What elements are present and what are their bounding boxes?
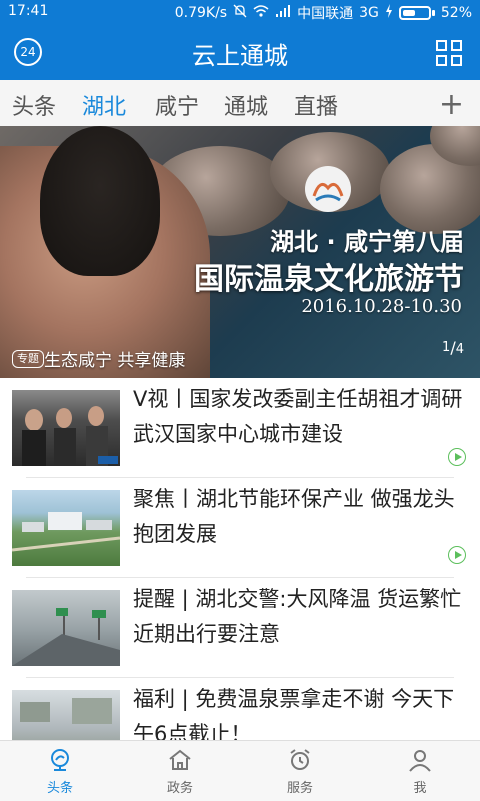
mute-icon [233,4,247,22]
add-channel-icon[interactable]: + [439,87,464,122]
status-time: 17:41 [8,3,49,19]
tab-tongcheng[interactable]: 通城 [224,89,268,121]
video-play-icon [448,546,466,564]
nav-label: 政务 [166,781,193,796]
tab-toutiao[interactable]: 头条 [12,89,56,121]
alarm-clock-icon [290,749,310,770]
globe-icon [51,749,69,771]
status-right: 0.79K/s 中国联通 3G 52% [175,3,472,23]
news-title: 提醒 | 湖北交警:大风降温 货运繁忙 近期出行要注意 [133,587,462,646]
news-title: V视丨国家发改委副主任胡祖才调研武汉国家中心城市建设 [133,387,463,446]
banner-line2: 国际温泉文化旅游节 [194,262,464,297]
bottom-nav: 头条 政务 服务 我 [0,740,480,801]
news-thumbnail [12,490,120,566]
tab-xianning[interactable]: 咸宁 [155,89,199,121]
app-title: 云上通城 [192,42,288,70]
nav-government[interactable]: 政务 [120,747,240,796]
news-thumbnail [12,390,120,466]
topic-tag: 专题 [12,350,44,368]
signal-icon [275,4,291,22]
news-thumbnail [12,590,120,666]
banner-caption: 生态咸宁 共享健康 [44,351,186,371]
channel-tabs: 头条 湖北 咸宁 通城 直播 + [0,80,480,127]
nav-service[interactable]: 服务 [240,747,360,796]
battery-percent: 52% [440,5,472,21]
news-item[interactable]: 聚焦丨湖北节能环保产业 做强龙头 抱团发展 [12,478,468,578]
banner-carousel[interactable]: 湖北 · 咸宁第八届 国际温泉文化旅游节 2016.10.28-10.30 专题… [0,126,480,378]
nav-label: 服务 [286,781,313,796]
home-icon [169,749,191,770]
wifi-icon [253,4,269,22]
banner-hair [40,126,160,276]
banner-pager: 1/4 [442,338,464,357]
carrier: 中国联通 [297,6,354,22]
video-play-icon [448,448,466,466]
nav-toutiao[interactable]: 头条 [0,747,120,796]
news-title: 聚焦丨湖北节能环保产业 做强龙头 抱团发展 [133,487,455,546]
charging-icon [385,4,393,22]
grid-menu-icon[interactable] [436,40,462,66]
nav-label: 我 [413,781,427,796]
news-item[interactable]: 提醒 | 湖北交警:大风降温 货运繁忙 近期出行要注意 [12,578,468,678]
banner-date: 2016.10.28-10.30 [301,296,462,317]
tab-hubei[interactable]: 湖北 [82,89,126,121]
status-bar: 17:41 0.79K/s 中国联通 3G 52% [0,0,480,24]
net-speed: 0.79K/s [174,5,228,21]
festival-logo [305,166,351,212]
nav-me[interactable]: 我 [360,747,480,796]
user-icon [409,750,431,772]
battery-icon [398,6,435,20]
nav-label: 头条 [46,781,73,796]
title-bar: 24 云上通城 [0,24,480,80]
banner-line1: 湖北 · 咸宁第八届 [270,228,464,256]
news-item[interactable]: V视丨国家发改委副主任胡祖才调研武汉国家中心城市建设 [12,378,468,478]
tab-live[interactable]: 直播 [294,89,338,121]
network-type: 3G [359,5,379,21]
